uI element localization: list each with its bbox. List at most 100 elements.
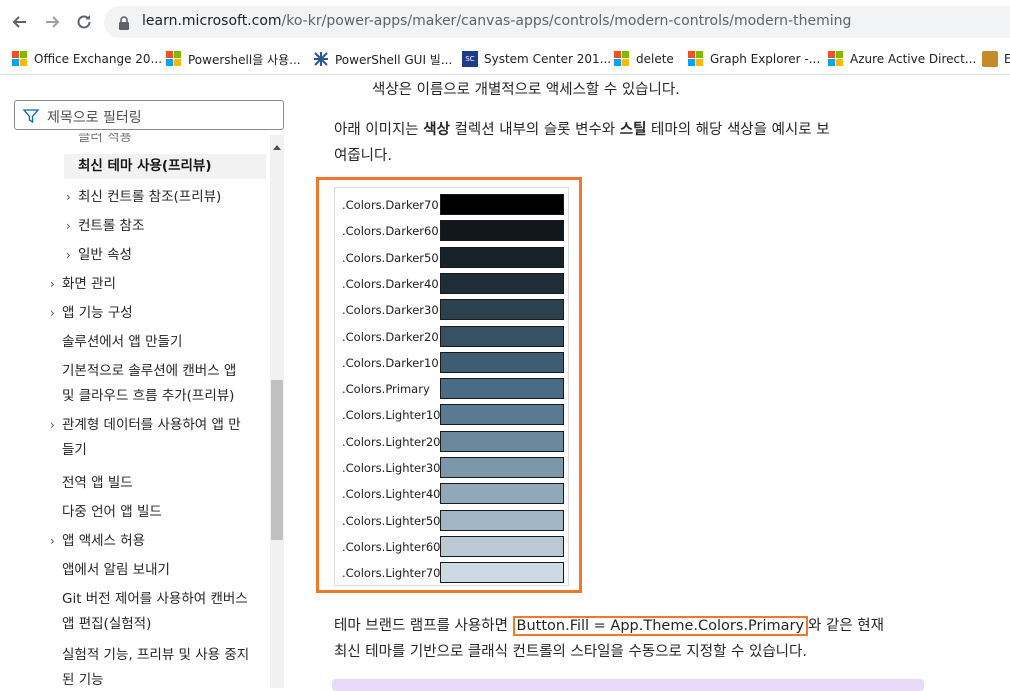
bookmark-label: PowerShell GUI 빌... [335, 52, 453, 67]
bookmark-truncated[interactable]: E [982, 49, 1010, 69]
palette-label: .Colors.Darker40 [342, 276, 439, 291]
toc-item-relational-data-2[interactable]: 들기 [62, 438, 87, 463]
toc-item-multilingual-apps[interactable]: 다중 언어 앱 빌드 [62, 500, 162, 525]
toc-item-modern-controls-ref[interactable]: 최신 컨트롤 참조(프리뷰) [78, 185, 221, 210]
color-swatch [440, 535, 564, 557]
chevron-right-icon[interactable]: › [50, 418, 55, 432]
color-swatch [440, 272, 564, 294]
filter-placeholder: 제목으로 필터링 [47, 110, 142, 126]
bookmark-azure-ad[interactable]: Azure Active Direct... [828, 49, 976, 69]
palette-label: .Colors.Darker10 [342, 355, 439, 370]
chevron-right-icon[interactable]: › [50, 277, 55, 291]
bookmark-delete[interactable]: delete [614, 49, 674, 69]
title-filter-input[interactable]: 제목으로 필터링 [14, 100, 284, 130]
bookmark-label: System Center 201... [484, 52, 612, 66]
reload-icon[interactable] [72, 10, 96, 34]
chevron-right-icon[interactable]: › [66, 190, 71, 204]
toc-item-relational-data-1[interactable]: 관계형 데이터를 사용하여 앱 만 [62, 413, 241, 438]
bookmark-label: E [1004, 52, 1010, 66]
palette-label: .Colors.Lighter70 [342, 566, 441, 581]
microsoft-logo-icon [614, 51, 630, 67]
palette-row: .Colors.Darker30 [335, 297, 568, 323]
bookmark-label: Office Exchange 20... [34, 52, 163, 66]
bookmark-icon [982, 51, 998, 67]
toc-item-solution-apps[interactable]: 솔루션에서 앱 만들기 [62, 330, 182, 355]
toc-scrollbar-thumb[interactable] [271, 380, 283, 540]
palette-label: .Colors.Darker60 [342, 224, 439, 239]
bookmark-graph-explorer[interactable]: Graph Explorer -... [688, 49, 820, 69]
palette-label: .Colors.Darker70 [342, 198, 439, 212]
color-swatch [440, 562, 564, 584]
lock-icon[interactable] [118, 15, 130, 34]
forward-arrow-icon[interactable] [40, 10, 64, 34]
microsoft-logo-icon [12, 51, 28, 67]
toc-item-app-access[interactable]: 앱 액세스 허용 [62, 529, 145, 554]
toc-item-controls-ref[interactable]: 컨트롤 참조 [78, 214, 144, 239]
palette-label: .Colors.Primary [342, 382, 430, 397]
back-arrow-icon[interactable] [8, 10, 32, 34]
palette-label: .Colors.Lighter40 [342, 487, 441, 502]
toc-item-modern-theming[interactable]: 최신 테마 사용(프리뷰) [64, 154, 266, 179]
palette-label: .Colors.Darker50 [342, 250, 439, 265]
palette-row: .Colors.Primary [335, 376, 568, 402]
palette-label: .Colors.Lighter60 [342, 539, 441, 554]
toc-item-partial[interactable]: 클러 적용 [78, 133, 132, 150]
bookmark-label: Powershell을 사용... [188, 52, 301, 67]
palette-row: .Colors.Lighter20 [335, 429, 568, 455]
color-swatch [440, 483, 564, 505]
palette-row: .Colors.Darker70 [335, 192, 568, 218]
address-bar[interactable]: learn.microsoft.com/ko-kr/power-apps/mak… [104, 6, 1010, 38]
bookmark-powershell-gui[interactable]: PowerShell GUI 빌... [313, 49, 452, 69]
bookmark-label: Graph Explorer -... [710, 52, 821, 66]
url-text[interactable]: learn.microsoft.com/ko-kr/power-apps/mak… [142, 13, 851, 29]
toc-sidebar: 제목으로 필터링 클러 적용 최신 테마 사용(프리뷰) › 최신 컨트롤 참조… [0, 75, 286, 688]
color-swatch [440, 246, 564, 268]
scroll-up-arrow-icon[interactable] [273, 145, 281, 150]
microsoft-logo-icon [828, 51, 844, 67]
paragraph-intro: 아래 이미지는 색상 컬렉션 내부의 슬롯 변수와 스틸 테마의 해당 색상을 … [334, 122, 830, 164]
bookmark-system-center[interactable]: SC System Center 201... [462, 49, 611, 69]
palette-row: .Colors.Darker40 [335, 271, 568, 297]
toc-list: 클러 적용 최신 테마 사용(프리뷰) › 최신 컨트롤 참조(프리뷰) › 컨… [0, 133, 268, 688]
toc-item-experimental-2[interactable]: 된 기능 [62, 668, 104, 688]
paragraph-top: 색상은 이름으로 개별적으로 액세스할 수 있습니다. [372, 82, 680, 98]
bookmark-powershell[interactable]: Powershell을 사용... [166, 49, 301, 69]
code-highlight: Button.Fill = App.Theme.Colors.Primary [512, 616, 809, 636]
color-swatch [440, 457, 564, 478]
color-swatch [440, 404, 564, 426]
toc-item-solution-default-2[interactable]: 및 클라우드 흐름 추가(프리뷰) [62, 384, 234, 409]
bookmarks-bar: Office Exchange 20... Powershell을 사용... … [0, 44, 1010, 75]
palette-row: .Colors.Lighter10 [335, 402, 568, 428]
chevron-right-icon[interactable]: › [66, 219, 71, 233]
paragraph-bottom: 테마 브랜드 램프를 사용하면 Button.Fill = App.Theme.… [334, 616, 884, 660]
toc-item-global-apps[interactable]: 전역 앱 빌드 [62, 471, 133, 496]
microsoft-logo-icon [166, 51, 182, 67]
chevron-right-icon[interactable]: › [50, 534, 55, 548]
bookmark-label: delete [636, 52, 674, 66]
toc-item-app-features[interactable]: 앱 기능 구성 [62, 301, 133, 326]
color-swatch [440, 351, 564, 373]
article-content: 색상은 이름으로 개별적으로 액세스할 수 있습니다. 아래 이미지는 색상 컬… [286, 75, 1010, 691]
toc-item-git-1[interactable]: Git 버전 제어를 사용하여 캔버스 [62, 587, 248, 612]
bookmark-office-exchange[interactable]: Office Exchange 20... [12, 49, 162, 69]
chevron-right-icon[interactable]: › [50, 306, 55, 320]
color-swatch [440, 509, 564, 531]
palette-row: .Colors.Darker20 [335, 324, 568, 350]
system-center-icon: SC [462, 51, 478, 67]
toc-item-common-properties[interactable]: 일반 속성 [78, 243, 132, 268]
palette-image-frame: .Colors.Darker70 .Colors.Darker60 .Colors.… [316, 177, 582, 593]
toc-item-notifications[interactable]: 앱에서 알림 보내기 [62, 558, 170, 583]
toc-item-screen-management[interactable]: 화면 관리 [62, 272, 116, 297]
palette-row: .Colors.Lighter40 [335, 481, 568, 507]
filter-icon [22, 108, 40, 127]
color-swatch [440, 299, 564, 321]
palette-label: .Colors.Darker30 [342, 303, 439, 318]
chevron-right-icon[interactable]: › [66, 248, 71, 262]
note-callout [332, 679, 924, 691]
color-swatch [440, 220, 564, 242]
palette-row: .Colors.Lighter70 [335, 560, 568, 586]
color-swatch [440, 378, 564, 400]
toc-item-git-2[interactable]: 앱 편집(실험적) [62, 612, 151, 637]
toc-item-experimental-1[interactable]: 실험적 기능, 프리뷰 및 사용 중지 [62, 643, 249, 668]
toc-item-solution-default-1[interactable]: 기본적으로 솔루션에 캔버스 앱 [62, 359, 236, 384]
